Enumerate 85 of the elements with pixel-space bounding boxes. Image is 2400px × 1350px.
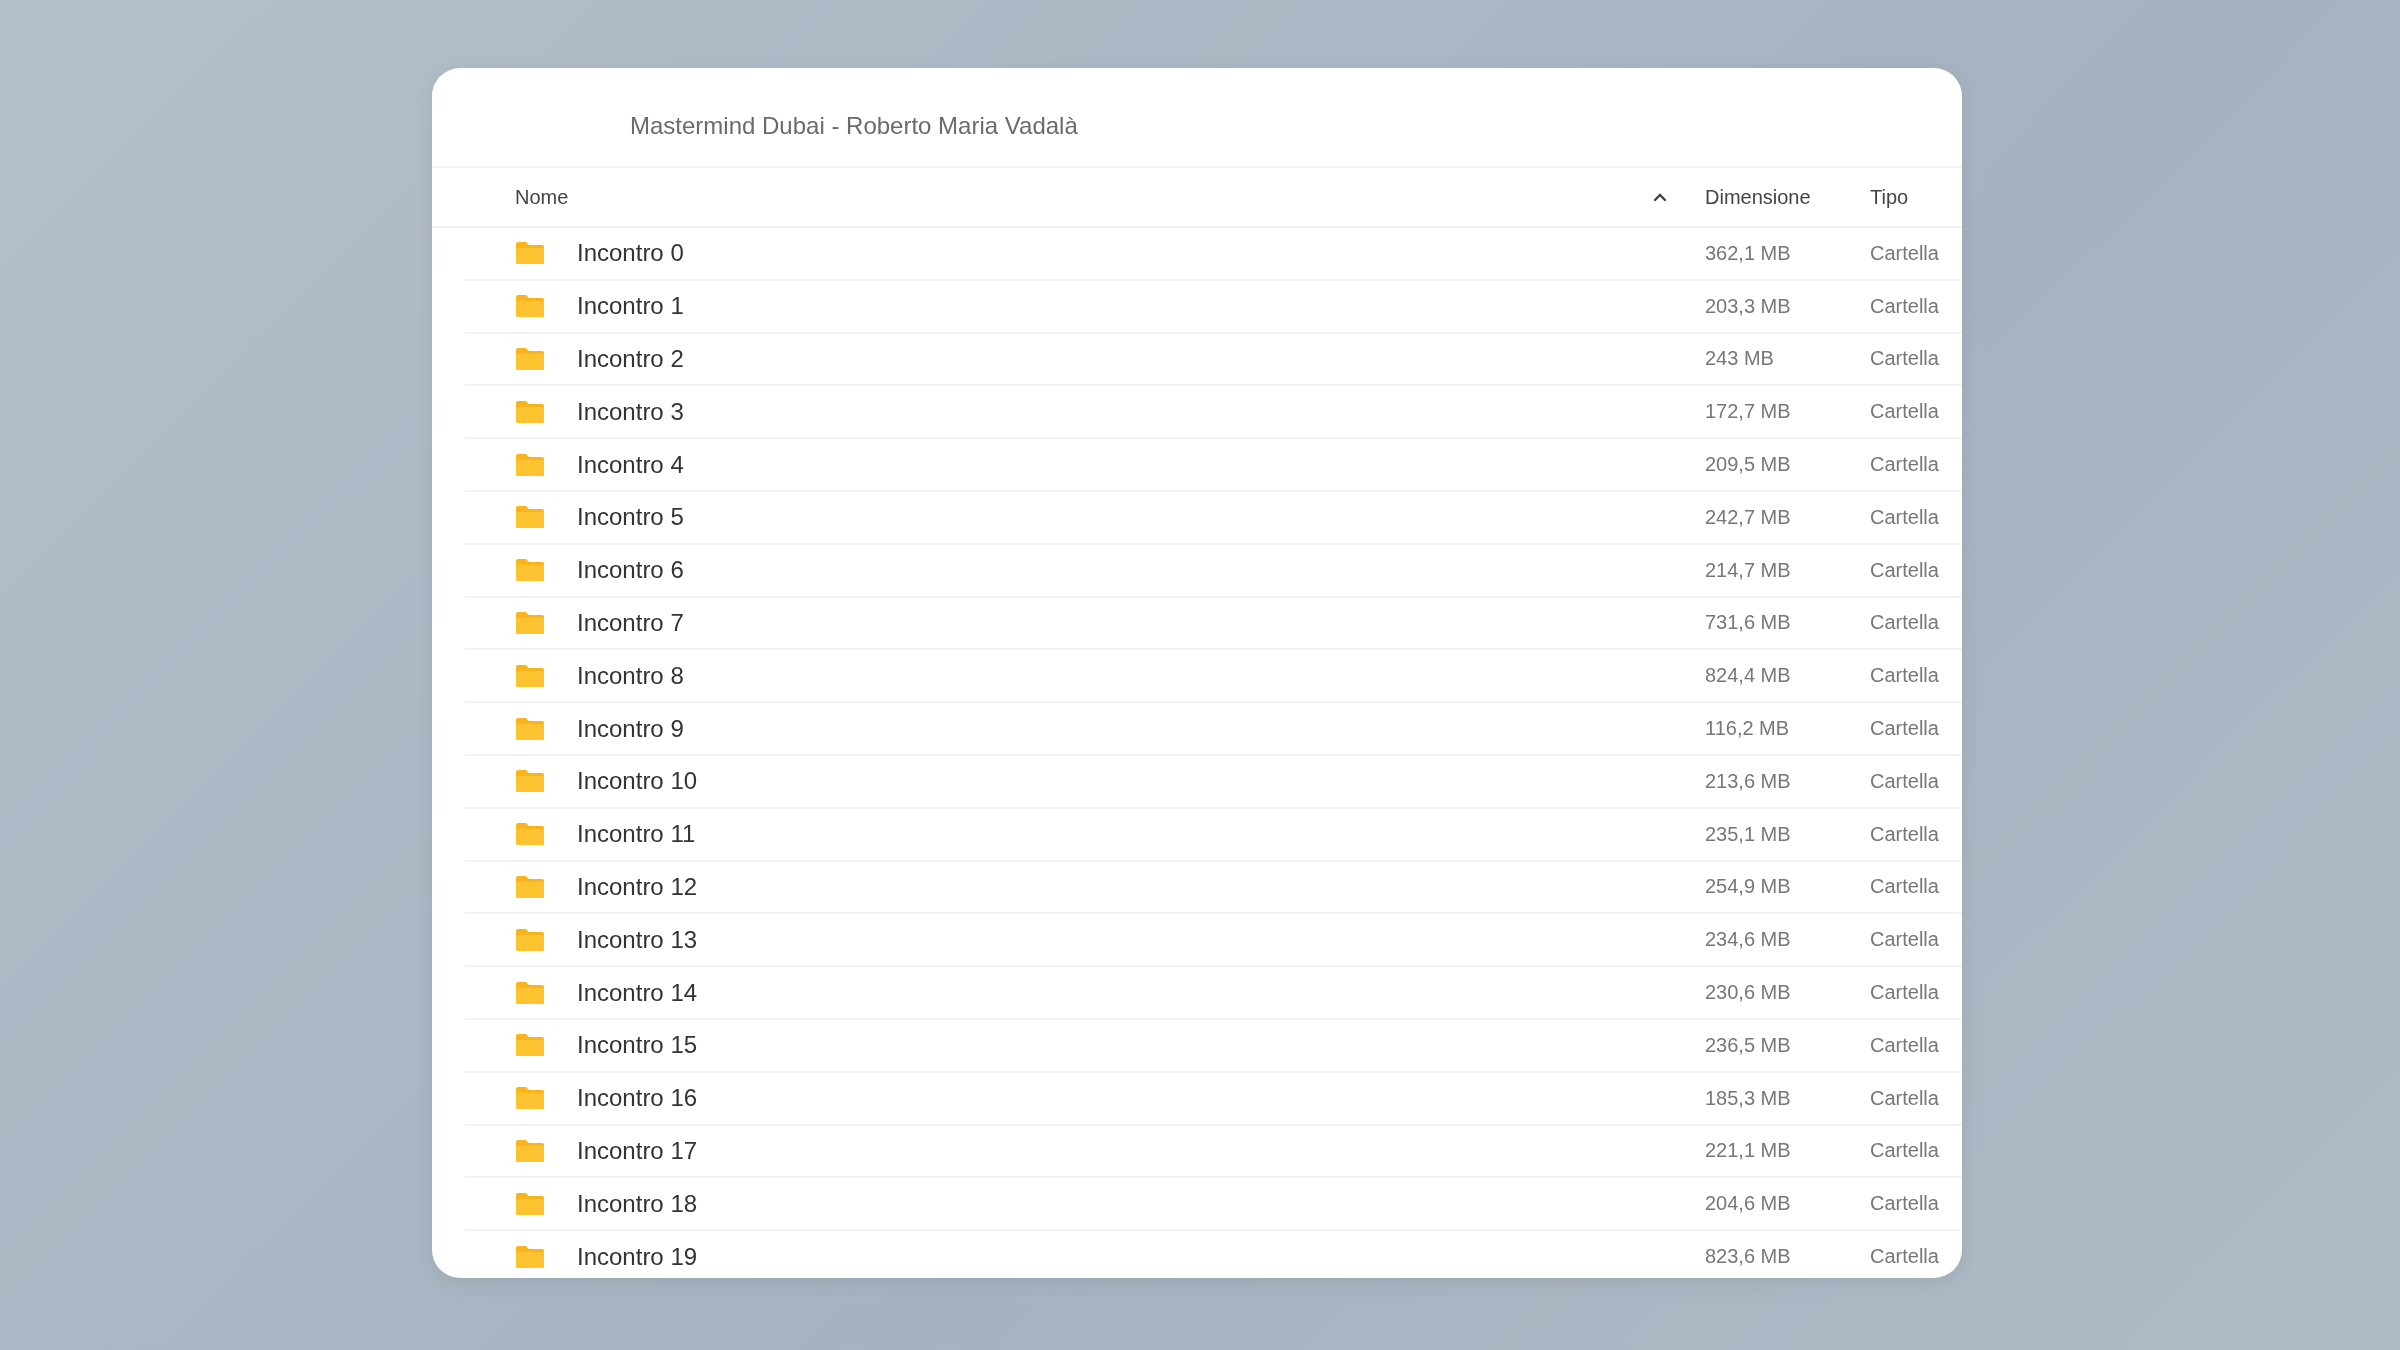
folder-name[interactable]: Incontro 19: [577, 1242, 698, 1271]
folder-name[interactable]: Incontro 17: [577, 1136, 698, 1165]
folder-icon: [515, 1033, 545, 1058]
column-header[interactable]: Nome: [515, 185, 569, 209]
folder-icon: [515, 980, 545, 1005]
type-cell-text: Cartella: [1870, 822, 1940, 846]
size-cell-text: 209,5 MB: [1705, 453, 1792, 477]
size-cell-text: 185,3 MB: [1705, 1086, 1792, 1110]
type-cell-text: Cartella: [1870, 875, 1940, 899]
folder-name[interactable]: Incontro 1: [577, 292, 684, 321]
folder-name[interactable]: Incontro 0: [577, 239, 684, 268]
type-cell-text: Cartella: [1870, 1139, 1940, 1163]
folder-icon: [515, 294, 545, 319]
folder-name[interactable]: Incontro 9: [577, 714, 684, 743]
folder-icon: [515, 399, 545, 424]
folder-name[interactable]: Incontro 4: [577, 450, 684, 479]
size-cell-text: 214,7 MB: [1705, 558, 1792, 582]
size-cell-text: 243 MB: [1705, 347, 1775, 371]
size-cell-text: 824,4 MB: [1705, 664, 1792, 688]
type-cell-text: Cartella: [1870, 241, 1940, 265]
size-cell-text: 213,6 MB: [1705, 769, 1792, 793]
type-cell-text: Cartella: [1870, 928, 1940, 952]
type-cell-text: Cartella: [1870, 400, 1940, 424]
size-cell-text: 823,6 MB: [1705, 1245, 1792, 1269]
folder-name[interactable]: Incontro 7: [577, 608, 684, 637]
folder-icon: [515, 663, 545, 688]
column-header[interactable]: Dimensione: [1653, 185, 1870, 209]
type-cell-text: Cartella: [1870, 1245, 1940, 1269]
folder-icon: [515, 769, 545, 794]
type-cell-text: Cartella: [1870, 1033, 1940, 1057]
type-cell-text: Cartella: [1870, 664, 1940, 688]
size-cell-text: 203,3 MB: [1705, 294, 1792, 318]
type-cell-text: Cartella: [1870, 294, 1940, 318]
folder-icon: [515, 716, 545, 741]
folder-name[interactable]: Incontro 18: [577, 1189, 698, 1218]
folder-icon: [515, 1191, 545, 1216]
size-cell-text: 221,1 MB: [1705, 1139, 1792, 1163]
chevron-icon: [1653, 192, 1667, 202]
column-header[interactable]: Tipo: [1870, 185, 1962, 209]
folder-name[interactable]: Incontro 12: [577, 872, 698, 901]
size-cell-text: 254,9 MB: [1705, 875, 1792, 899]
folder-icon: [515, 1138, 545, 1163]
size-cell-text: 242,7 MB: [1705, 505, 1792, 529]
type-cell-text: Cartella: [1870, 347, 1940, 371]
folder-name[interactable]: Incontro 5: [577, 503, 684, 532]
folder-name[interactable]: Incontro 3: [577, 397, 684, 426]
size-cell-text: 172,7 MB: [1705, 400, 1792, 424]
window-title: Mastermind Dubai - Roberto Maria Vadalà: [630, 112, 1078, 140]
type-cell-text: Cartella: [1870, 1192, 1940, 1216]
folder-icon: [515, 558, 545, 583]
folder-name[interactable]: Incontro 15: [577, 1031, 698, 1060]
folder-name[interactable]: Incontro 2: [577, 345, 684, 373]
type-cell-text: Cartella: [1870, 558, 1940, 582]
folder-icon: [515, 822, 545, 847]
folder-name[interactable]: Incontro 14: [577, 978, 698, 1007]
size-cell-text: 116,2 MB: [1705, 717, 1791, 741]
folder-name[interactable]: Incontro 10: [577, 767, 698, 796]
type-cell-text: Cartella: [1870, 611, 1940, 635]
folder-icon: [515, 1086, 545, 1111]
type-cell-text: Cartella: [1870, 453, 1940, 477]
folder-icon: [515, 347, 545, 371]
type-cell-text: Cartella: [1870, 717, 1940, 741]
size-cell-text: 235,1 MB: [1705, 822, 1792, 846]
folder-icon: [515, 452, 545, 477]
size-cell-text: 362,1 MB: [1705, 241, 1792, 265]
type-cell-text: Cartella: [1870, 769, 1940, 793]
folder-name[interactable]: Incontro 11: [577, 820, 696, 849]
folder-name[interactable]: Incontro 13: [577, 925, 698, 954]
folder-icon: [515, 505, 545, 530]
type-cell-text: Cartella: [1870, 505, 1940, 529]
folder-icon: [515, 874, 545, 899]
folder-icon: [515, 927, 545, 952]
folder-name[interactable]: Incontro 6: [577, 556, 684, 585]
size-cell-text: 731,6 MB: [1705, 611, 1792, 635]
size-cell-text: 234,6 MB: [1705, 928, 1792, 952]
size-cell-text: 204,6 MB: [1705, 1192, 1792, 1216]
type-cell-text: Cartella: [1870, 981, 1940, 1005]
folder-name[interactable]: Incontro 16: [577, 1084, 698, 1113]
size-cell-text: 236,5 MB: [1705, 1033, 1792, 1057]
folder-icon: [515, 241, 545, 266]
size-cell-text: 230,6 MB: [1705, 981, 1792, 1005]
type-cell-text: Cartella: [1870, 1086, 1940, 1110]
folder-name[interactable]: Incontro 8: [577, 661, 684, 690]
folder-icon: [515, 610, 545, 635]
folder-icon: [515, 1244, 545, 1269]
